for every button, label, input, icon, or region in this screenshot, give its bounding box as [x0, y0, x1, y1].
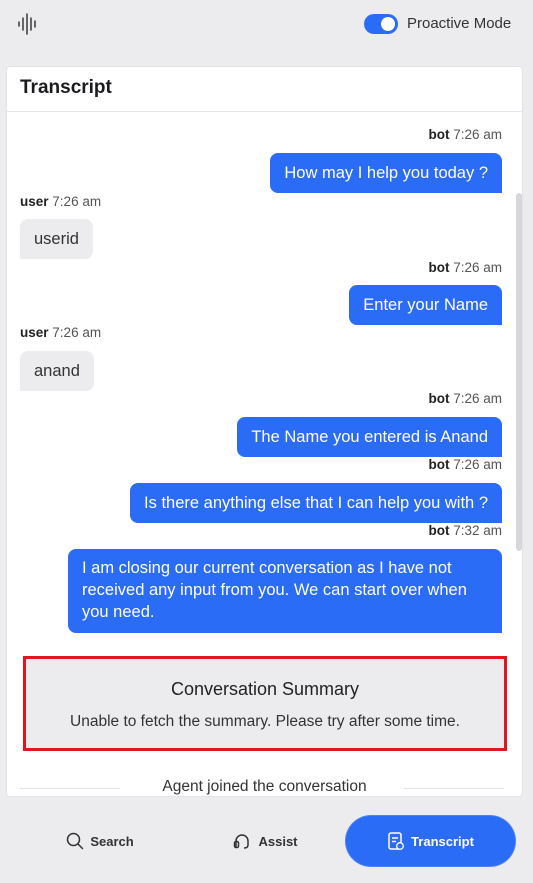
- summary-text: Unable to fetch the summary. Please try …: [70, 713, 460, 730]
- nav-transcript-label: Transcript: [411, 833, 474, 849]
- transcript-icon: [388, 832, 405, 850]
- message-meta: bot 7:32 am: [428, 523, 502, 538]
- conversation-summary-box: Conversation Summary Unable to fetch the…: [23, 656, 507, 751]
- message-time: 7:26 am: [453, 391, 502, 406]
- bottom-nav: Search Assist Transcript: [0, 806, 533, 883]
- message-meta: user 7:26 am: [20, 194, 101, 209]
- panel-header: Transcript: [7, 67, 522, 112]
- message-meta: bot 7:26 am: [428, 457, 502, 472]
- message-meta: bot 7:26 am: [428, 260, 502, 275]
- bot-message-bubble: How may I help you today ?: [270, 153, 502, 193]
- proactive-mode-toggle[interactable]: [364, 14, 398, 34]
- message-meta: bot 7:26 am: [428, 391, 502, 406]
- bot-message-bubble: I am closing our current conversation as…: [68, 549, 502, 633]
- message-sender: user: [20, 194, 49, 209]
- message-meta: user 7:26 am: [20, 325, 101, 340]
- bot-message-bubble: Is there anything else that I can help y…: [130, 483, 502, 523]
- message-sender: bot: [428, 260, 450, 275]
- transcript-panel: Transcript bot 7:26 am How may I help yo…: [6, 66, 523, 797]
- message-sender: bot: [428, 523, 450, 538]
- message-time: 7:26 am: [453, 127, 502, 142]
- toggle-knob: [381, 17, 395, 31]
- nav-search-button[interactable]: Search: [40, 816, 160, 866]
- bot-message-bubble: The Name you entered is Anand: [237, 417, 502, 457]
- user-message-bubble: anand: [20, 351, 94, 391]
- assist-icon: [234, 834, 250, 849]
- message-sender: bot: [428, 127, 450, 142]
- voice-wave-icon[interactable]: [16, 12, 40, 36]
- scrollbar[interactable]: [516, 193, 522, 551]
- transcript-scroll-area[interactable]: bot 7:26 am How may I help you today ? u…: [7, 113, 522, 796]
- search-icon: [67, 832, 84, 850]
- agent-joined-status: Agent joined the conversation: [162, 778, 367, 795]
- bot-message-bubble: Enter your Name: [349, 285, 502, 325]
- nav-search-label: Search: [90, 833, 134, 849]
- message-time: 7:26 am: [52, 325, 102, 340]
- message-time: 7:32 am: [453, 523, 502, 538]
- proactive-mode-label: Proactive Mode: [407, 15, 512, 32]
- panel-title: Transcript: [20, 77, 112, 98]
- message-time: 7:26 am: [453, 457, 502, 472]
- message-time: 7:26 am: [453, 260, 502, 275]
- summary-title: Conversation Summary: [170, 679, 360, 699]
- nav-assist-button[interactable]: Assist: [205, 816, 325, 866]
- top-bar: Proactive Mode: [0, 0, 533, 54]
- message-meta: bot 7:26 am: [428, 127, 502, 142]
- nav-transcript-button[interactable]: Transcript: [346, 816, 515, 866]
- message-sender: user: [20, 325, 49, 340]
- message-sender: bot: [428, 457, 450, 472]
- nav-assist-label: Assist: [258, 833, 298, 849]
- message-time: 7:26 am: [52, 194, 102, 209]
- user-message-bubble: userid: [20, 219, 93, 259]
- message-sender: bot: [428, 391, 450, 406]
